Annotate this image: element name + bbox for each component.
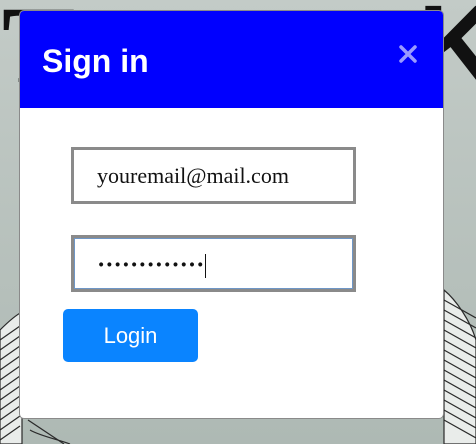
dialog-title: Sign in <box>42 43 149 79</box>
close-button[interactable] <box>397 43 419 65</box>
dialog-header: Sign in <box>20 11 443 108</box>
password-field[interactable]: ••••••••••••• <box>71 235 356 292</box>
sign-in-dialog: Sign in youremail@mail.com •••••••••••••… <box>19 10 444 419</box>
login-button[interactable]: Login <box>63 309 198 362</box>
close-icon <box>399 45 417 63</box>
email-field[interactable]: youremail@mail.com <box>71 147 356 204</box>
text-caret <box>205 253 207 278</box>
email-value: youremail@mail.com <box>97 163 289 188</box>
password-masked-value: ••••••••••••• <box>97 257 205 274</box>
